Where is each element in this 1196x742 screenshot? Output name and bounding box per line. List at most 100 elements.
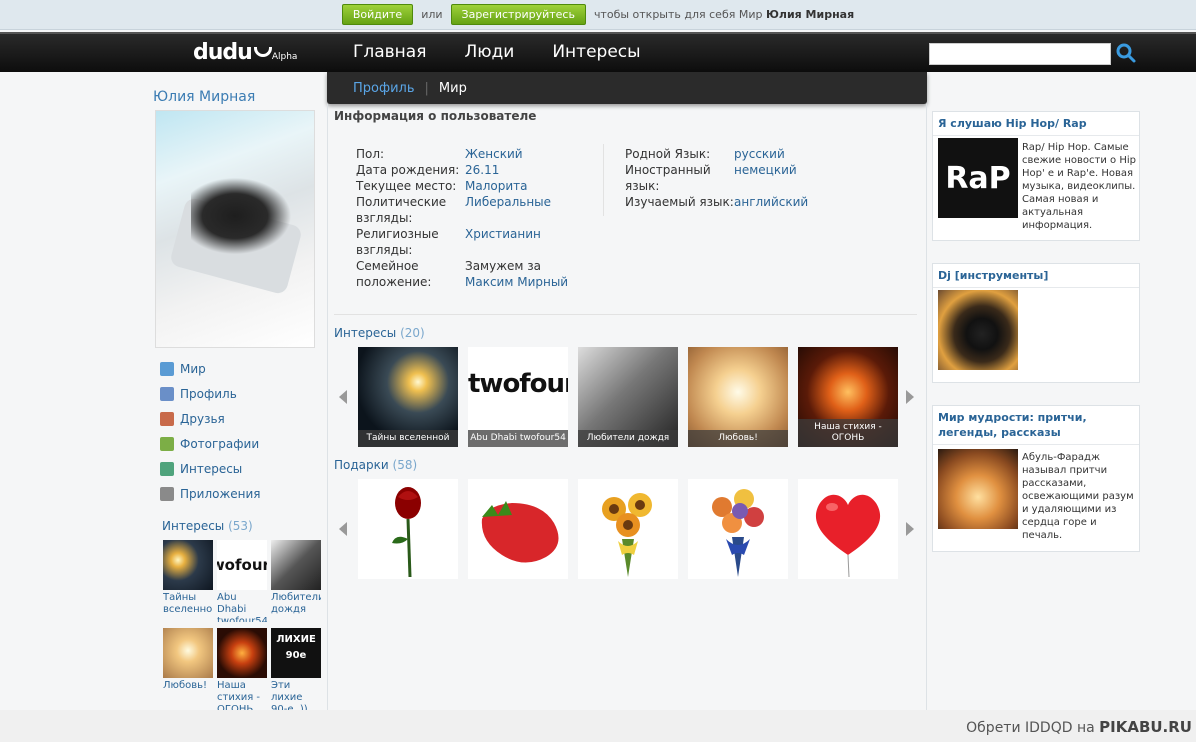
photo-figure [191,171,301,261]
sidebar-interest-item[interactable]: Наша стихия - ОГОНЬ [217,628,267,710]
widget-title[interactable]: Мир мудрости: притчи, легенды, рассказы [933,406,1139,445]
menu-item-world[interactable]: Мир [160,356,261,381]
widget-image[interactable] [938,290,1018,370]
community-widget: Dj [инструменты] [932,263,1140,383]
user-info-left: Пол: Женский Дата рождения: 26.11 Текущее … [356,146,583,290]
menu-item-photos[interactable]: Фотографии [160,431,261,456]
bouquet-icon [602,493,652,577]
interest-thumb: twofour5 [217,540,267,590]
section-divider [334,314,917,315]
community-widget: Я слушаю Hip Hop/ Rap RaP Rap/ Hip Hop. … [932,111,1140,241]
interests-prev-arrow[interactable] [339,390,347,404]
interest-thumb [163,628,213,678]
widget-title[interactable]: Dj [инструменты] [933,264,1139,288]
info-value-link[interactable]: Либеральные [465,194,551,226]
gifts-title[interactable]: Подарки (58) [334,458,417,472]
info-row: Пол: Женский [356,146,523,162]
profile-icon [160,386,174,401]
info-value-link[interactable]: русский [734,146,785,162]
logo[interactable]: dudu Alpha [193,40,297,65]
menu-item-profile[interactable]: Профиль [160,381,261,406]
interests-title[interactable]: Интересы (20) [334,326,425,340]
profile-photo[interactable] [155,110,315,348]
column-divider [327,104,328,710]
heart-icon [815,494,881,578]
info-value-link[interactable]: немецкий [734,162,797,194]
widget-title[interactable]: Я слушаю Hip Hop/ Rap [933,112,1139,136]
community-widget: Мир мудрости: притчи, легенды, рассказы … [932,405,1140,552]
menu-item-friends[interactable]: Друзья [160,406,261,431]
apps-icon [160,486,174,501]
login-button[interactable]: Войдите [341,4,414,25]
profile-sidebar: Юлия Мирная Мир Профиль Друзья Фотографи… [148,86,328,710]
widget-image[interactable]: RaP [938,138,1018,218]
nav-link-people[interactable]: Люди [464,42,514,62]
info-row: Семейное положение: Замужем за Максим Мир… [356,259,569,289]
info-value-link[interactable]: Малорита [465,178,527,194]
interests-icon [160,461,174,476]
profile-menu: Мир Профиль Друзья Фотографии Интересы П… [160,356,261,506]
gifts-next-arrow[interactable] [906,522,914,536]
rss-icon [160,361,174,376]
nav-links: Главная Люди Интересы [353,42,641,62]
profile-name[interactable]: Юлия Мирная [153,89,255,105]
sidebar-interest-item[interactable]: ЛИХИЕ 90е Эти лихие 90-е..)) [271,628,321,710]
tab-world[interactable]: Мир [439,81,467,96]
sidebar-interest-item[interactable]: Тайны вселенной [163,540,213,622]
profile-subnav: Профиль | Мир [327,72,927,104]
nav-link-home[interactable]: Главная [353,42,426,62]
nav-link-interests[interactable]: Интересы [552,42,640,62]
menu-item-apps[interactable]: Приложения [160,481,261,506]
invite-text: чтобы открыть для себя Мир Юлия Мирная [593,8,855,21]
rose-icon [392,487,421,578]
info-divider [603,144,604,216]
login-bar: Войдите или Зарегистрируйтесь чтобы откр… [0,0,1196,30]
subnav-separator: | [424,80,429,96]
watermark: Обрети IDDQD на PIKABU.RU [966,718,1192,736]
info-value-link[interactable]: английский [734,194,808,210]
gifts-carousel [358,479,898,579]
photos-icon [160,436,174,451]
gift-rose[interactable] [358,479,458,579]
bouquet-icon [712,489,764,577]
info-value-link[interactable]: 26.11 [465,162,499,178]
info-value-link[interactable]: Женский [465,146,523,162]
info-row: Изучаемый язык: английский [625,194,809,210]
interest-thumb: ЛИХИЕ 90е [271,628,321,678]
friends-icon [160,411,174,426]
info-row: Текущее место: Малорита [356,178,528,194]
search-icon[interactable] [1115,42,1137,64]
interest-tile[interactable]: Тайны вселенной [358,347,458,447]
sidebar-interests-grid: Тайны вселенной twofour5 Abu Dhabi twofo… [163,540,325,710]
widget-description: Абуль-Фарадж называл притчи рассказами, … [1022,452,1134,541]
interest-tile[interactable]: Любители дождя [578,347,678,447]
interest-tile[interactable]: Любовь! [688,347,788,447]
column-divider [926,104,927,710]
strawberry-icon [481,501,559,563]
interests-next-arrow[interactable] [906,390,914,404]
info-row: Религиозные взгляды: Христианин [356,226,541,258]
spouse-link[interactable]: Максим Мирный [465,275,568,289]
widget-image[interactable] [938,449,1018,529]
gift-strawberry[interactable] [468,479,568,579]
info-row: Родной Язык: русский [625,146,785,162]
menu-item-interests[interactable]: Интересы [160,456,261,481]
gift-heart-balloon[interactable] [798,479,898,579]
gifts-prev-arrow[interactable] [339,522,347,536]
or-label: или [421,8,443,21]
user-info-right: Родной Язык: русский Иностранный язык: нем… [625,146,808,210]
sidebar-interests-title[interactable]: Интересы (53) [162,519,253,533]
main-nav: dudu Alpha Главная Люди Интересы [0,32,1196,72]
register-button[interactable]: Зарегистрируйтесь [450,4,586,25]
search-input[interactable] [929,43,1111,65]
gift-sunflower-bouquet[interactable] [578,479,678,579]
tab-profile[interactable]: Профиль [353,81,415,96]
sidebar-interest-item[interactable]: Любовь! [163,628,213,710]
interest-tile[interactable]: Наша стихия - ОГОНЬ [798,347,898,447]
gift-mixed-bouquet[interactable] [688,479,788,579]
info-row: Иностранный язык: немецкий [625,162,797,194]
sidebar-interest-item[interactable]: twofour5 Abu Dhabi twofour54 [217,540,267,622]
interest-tile[interactable]: twofour5 Abu Dhabi twofour54 [468,347,568,447]
info-value-link[interactable]: Христианин [465,226,541,258]
sidebar-interest-item[interactable]: Любители дождя [271,540,321,622]
